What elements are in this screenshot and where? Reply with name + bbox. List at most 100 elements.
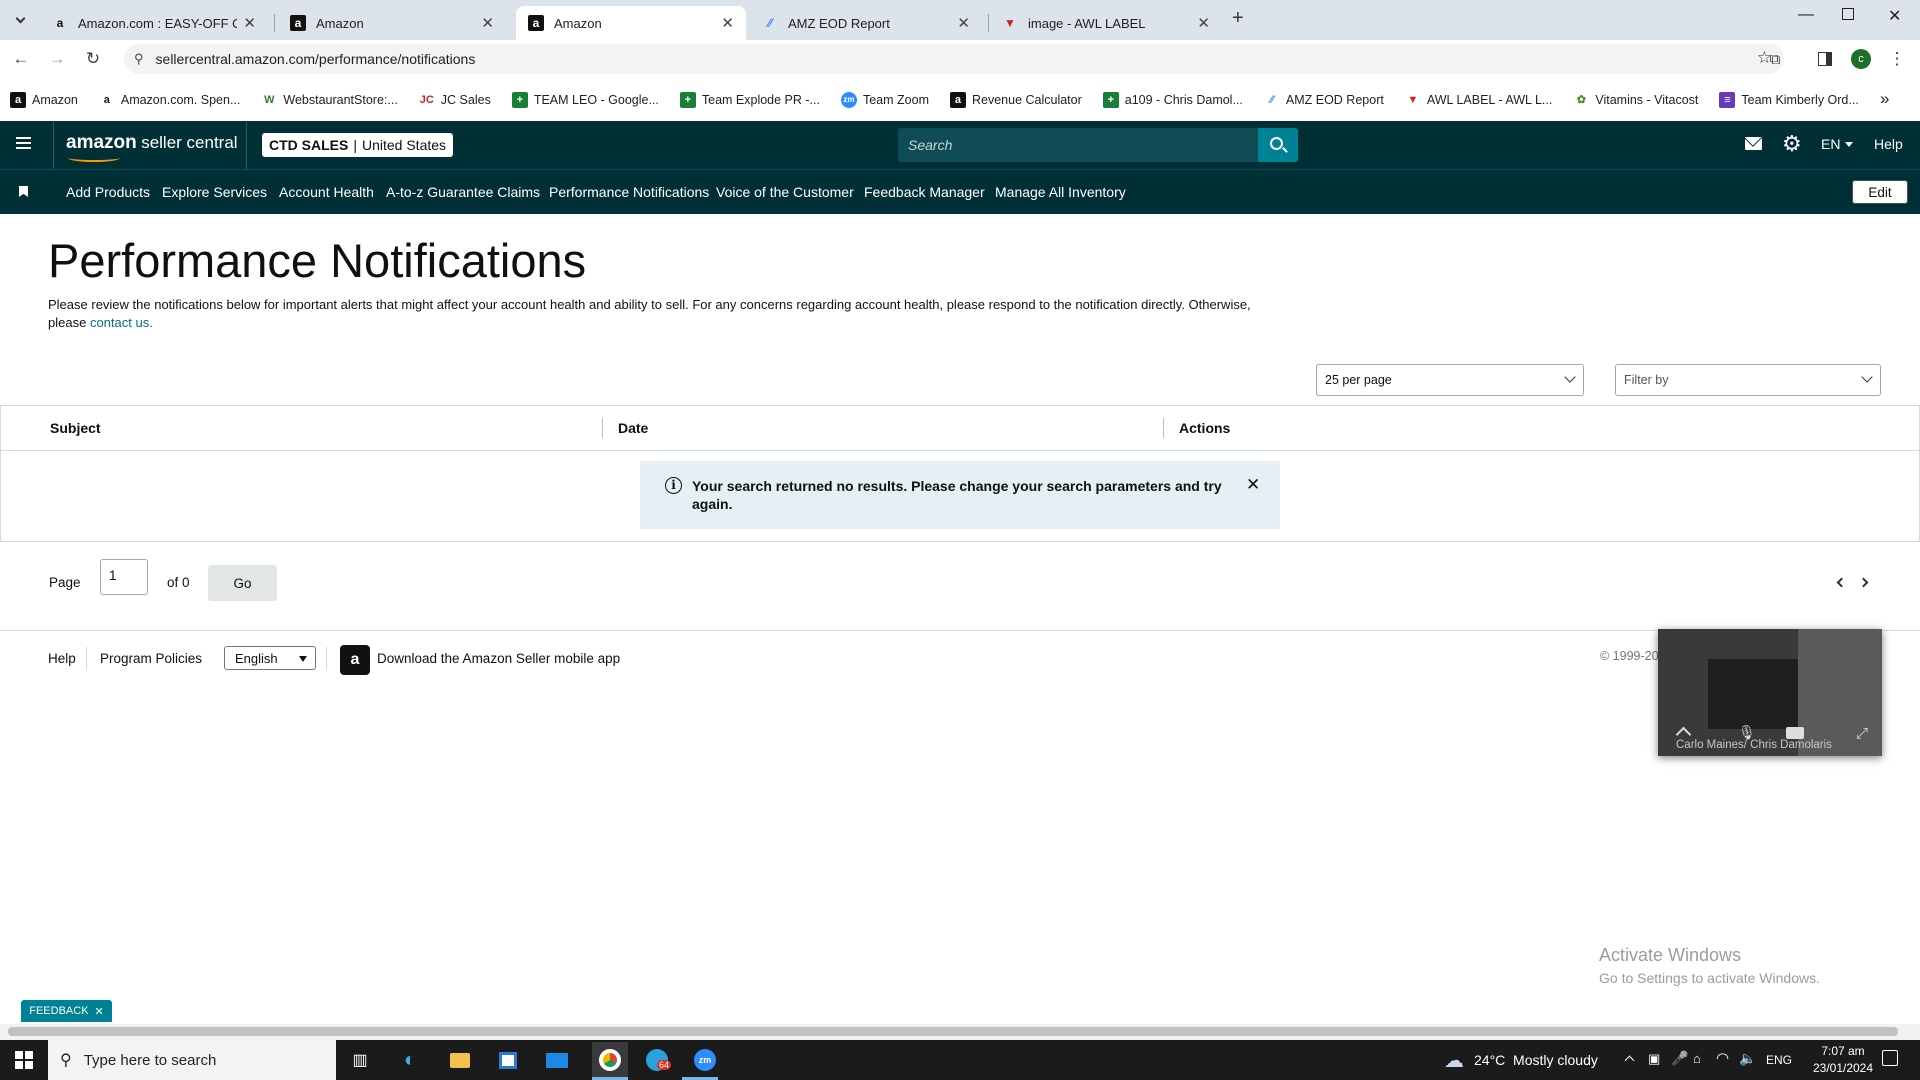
bookmark[interactable]: + Team Explode PR -... — [679, 91, 820, 108]
close-icon[interactable]: ✕ — [1246, 475, 1260, 495]
language-dropdown[interactable]: EN — [1821, 136, 1854, 152]
hamburger-menu-icon[interactable] — [16, 137, 31, 149]
restore-button[interactable] — [1842, 8, 1854, 20]
search-button[interactable] — [1258, 128, 1298, 162]
browser-tab[interactable]: a Amazon ✕ — [278, 6, 506, 40]
more-bookmarks-icon[interactable]: » — [1880, 89, 1889, 109]
tray-chevron-icon[interactable] — [1624, 1055, 1635, 1066]
address-bar[interactable]: ⚲ sellercentral.amazon.com/performance/n… — [124, 44, 1784, 74]
reload-button[interactable]: ↻ — [80, 46, 106, 72]
column-header-subject[interactable]: Subject — [50, 406, 101, 450]
nav-performance-notifications[interactable]: Performance Notifications — [549, 184, 709, 200]
camera-icon[interactable] — [1786, 727, 1804, 739]
prev-page-icon[interactable] — [1836, 577, 1847, 588]
zoom-app-icon[interactable]: zm — [691, 1046, 719, 1074]
bookmark[interactable]: + a109 - Chris Damol... — [1102, 91, 1243, 108]
bookmark[interactable]: ✿ Vitamins - Vitacost — [1573, 91, 1698, 108]
go-button[interactable]: Go — [208, 565, 277, 601]
wifi-icon[interactable]: ◠ — [1716, 1049, 1729, 1067]
bookmark[interactable]: a Revenue Calculator — [949, 91, 1082, 108]
seller-central-logo[interactable]: amazon seller central — [66, 132, 238, 162]
bookmark[interactable]: JC JC Sales — [418, 91, 491, 108]
bookmark[interactable]: W WebstaurantStore:... — [261, 91, 398, 108]
nav-feedback-manager[interactable]: Feedback Manager — [864, 184, 985, 200]
close-icon[interactable]: ✕ — [243, 14, 256, 32]
horizontal-scrollbar[interactable] — [0, 1024, 1920, 1040]
bookmark[interactable]: zm Team Zoom — [840, 91, 929, 108]
chrome-icon[interactable] — [592, 1042, 628, 1078]
bookmark[interactable]: ⁄⁄ AMZ EOD Report — [1263, 91, 1384, 108]
feedback-button[interactable]: FEEDBACK ✕ — [21, 1000, 112, 1022]
tab-search-button[interactable] — [8, 8, 32, 32]
bookmark-icon[interactable] — [19, 186, 28, 197]
mail-icon[interactable] — [1745, 137, 1762, 150]
telegram-icon[interactable]: 64 — [643, 1046, 672, 1074]
browser-tab[interactable]: ▼ image - AWL LABEL ✕ — [990, 6, 1222, 40]
url-text[interactable]: sellercentral.amazon.com/performance/not… — [156, 51, 476, 67]
footer-language-select[interactable]: English — [224, 646, 316, 670]
bookmark[interactable]: a Amazon — [10, 91, 78, 108]
close-window-button[interactable]: ✕ — [1888, 6, 1901, 26]
new-tab-button[interactable]: + — [1232, 7, 1244, 30]
browser-tab-active[interactable]: a Amazon ✕ — [516, 6, 746, 40]
task-view-icon[interactable]: ▥ — [346, 1046, 374, 1074]
bookmark[interactable]: ▼ AWL LABEL - AWL L... — [1404, 91, 1552, 108]
mail-app-icon[interactable] — [543, 1046, 571, 1074]
close-icon[interactable]: ✕ — [1197, 14, 1210, 32]
file-explorer-icon[interactable] — [446, 1046, 474, 1074]
extensions-icon[interactable]: ⧉ — [1762, 46, 1788, 72]
site-info-icon[interactable]: ⚲ — [134, 51, 144, 67]
gear-icon[interactable]: ⚙ — [1782, 131, 1802, 157]
microphone-icon[interactable]: 🎤 — [1671, 1050, 1688, 1067]
notifications-icon[interactable] — [1882, 1050, 1898, 1066]
search-input[interactable]: Search — [898, 128, 1258, 162]
network-icon[interactable]: ⌂ — [1693, 1051, 1701, 1066]
meet-now-icon[interactable]: ▣ — [1648, 1051, 1660, 1067]
download-app-link[interactable]: Download the Amazon Seller mobile app — [377, 651, 620, 666]
program-policies-link[interactable]: Program Policies — [100, 651, 202, 666]
profile-avatar[interactable]: c — [1848, 46, 1874, 72]
nav-add-products[interactable]: Add Products — [66, 184, 150, 200]
language-indicator[interactable]: ENG — [1766, 1053, 1792, 1067]
nav-manage-inventory[interactable]: Manage All Inventory — [995, 184, 1126, 200]
help-link[interactable]: Help — [1874, 136, 1903, 152]
close-icon[interactable]: ✕ — [481, 14, 494, 32]
back-button[interactable]: ← — [8, 46, 34, 72]
close-icon[interactable]: ✕ — [957, 14, 970, 32]
browser-tab[interactable]: ⁄⁄ AMZ EOD Report ✕ — [750, 6, 982, 40]
report-icon: ⁄⁄ — [767, 16, 772, 30]
weather-text[interactable]: 24°C Mostly cloudy — [1474, 1052, 1598, 1068]
minimize-button[interactable]: — — [1798, 6, 1814, 24]
menu-kebab-icon[interactable]: ⋮ — [1884, 46, 1910, 72]
nav-a-to-z-claims[interactable]: A-to-z Guarantee Claims — [386, 184, 540, 200]
store-switcher[interactable]: CTD SALES | United States — [262, 133, 454, 157]
close-icon[interactable]: ✕ — [95, 1005, 104, 1018]
side-panel-icon[interactable] — [1812, 46, 1838, 72]
edit-nav-button[interactable]: Edit — [1852, 180, 1908, 204]
nav-account-health[interactable]: Account Health — [279, 184, 374, 200]
weather-cloud-icon[interactable]: ☁ — [1440, 1046, 1468, 1074]
column-header-date[interactable]: Date — [618, 406, 648, 450]
expand-icon[interactable]: ⤢ — [1856, 725, 1868, 742]
bookmark[interactable]: + TEAM LEO - Google... — [511, 91, 659, 108]
filter-select[interactable]: Filter by — [1615, 364, 1881, 396]
next-page-icon[interactable] — [1858, 577, 1869, 588]
footer-help-link[interactable]: Help — [48, 651, 76, 666]
edge-icon[interactable]: ◐ — [396, 1046, 424, 1074]
contact-us-link[interactable]: contact us. — [90, 315, 153, 330]
nav-voice-of-customer[interactable]: Voice of the Customer — [716, 184, 854, 200]
nav-explore-services[interactable]: Explore Services — [162, 184, 267, 200]
windows-start-icon[interactable] — [10, 1046, 38, 1074]
forward-button[interactable]: → — [44, 46, 70, 72]
taskbar-search-box[interactable]: ⚲ Type here to search — [48, 1040, 336, 1080]
browser-tab[interactable]: a Amazon.com : EASY-OFF OVEN ✕ — [40, 6, 268, 40]
volume-icon[interactable]: 🔈 — [1739, 1050, 1756, 1067]
bookmark[interactable]: ≡ Team Kimberly Ord... — [1719, 91, 1859, 108]
bookmark[interactable]: a Amazon.com. Spen... — [98, 91, 240, 108]
per-page-select[interactable]: 25 per page — [1316, 364, 1584, 396]
store-icon[interactable] — [494, 1046, 522, 1074]
video-call-window[interactable]: 🎙 ⤢ Carlo Maines/ Chris Damolaris — [1658, 629, 1882, 756]
page-number-input[interactable]: 1 — [100, 559, 148, 595]
close-icon[interactable]: ✕ — [721, 14, 734, 32]
clock[interactable]: 7:07 am 23/01/2024 — [1806, 1043, 1880, 1077]
